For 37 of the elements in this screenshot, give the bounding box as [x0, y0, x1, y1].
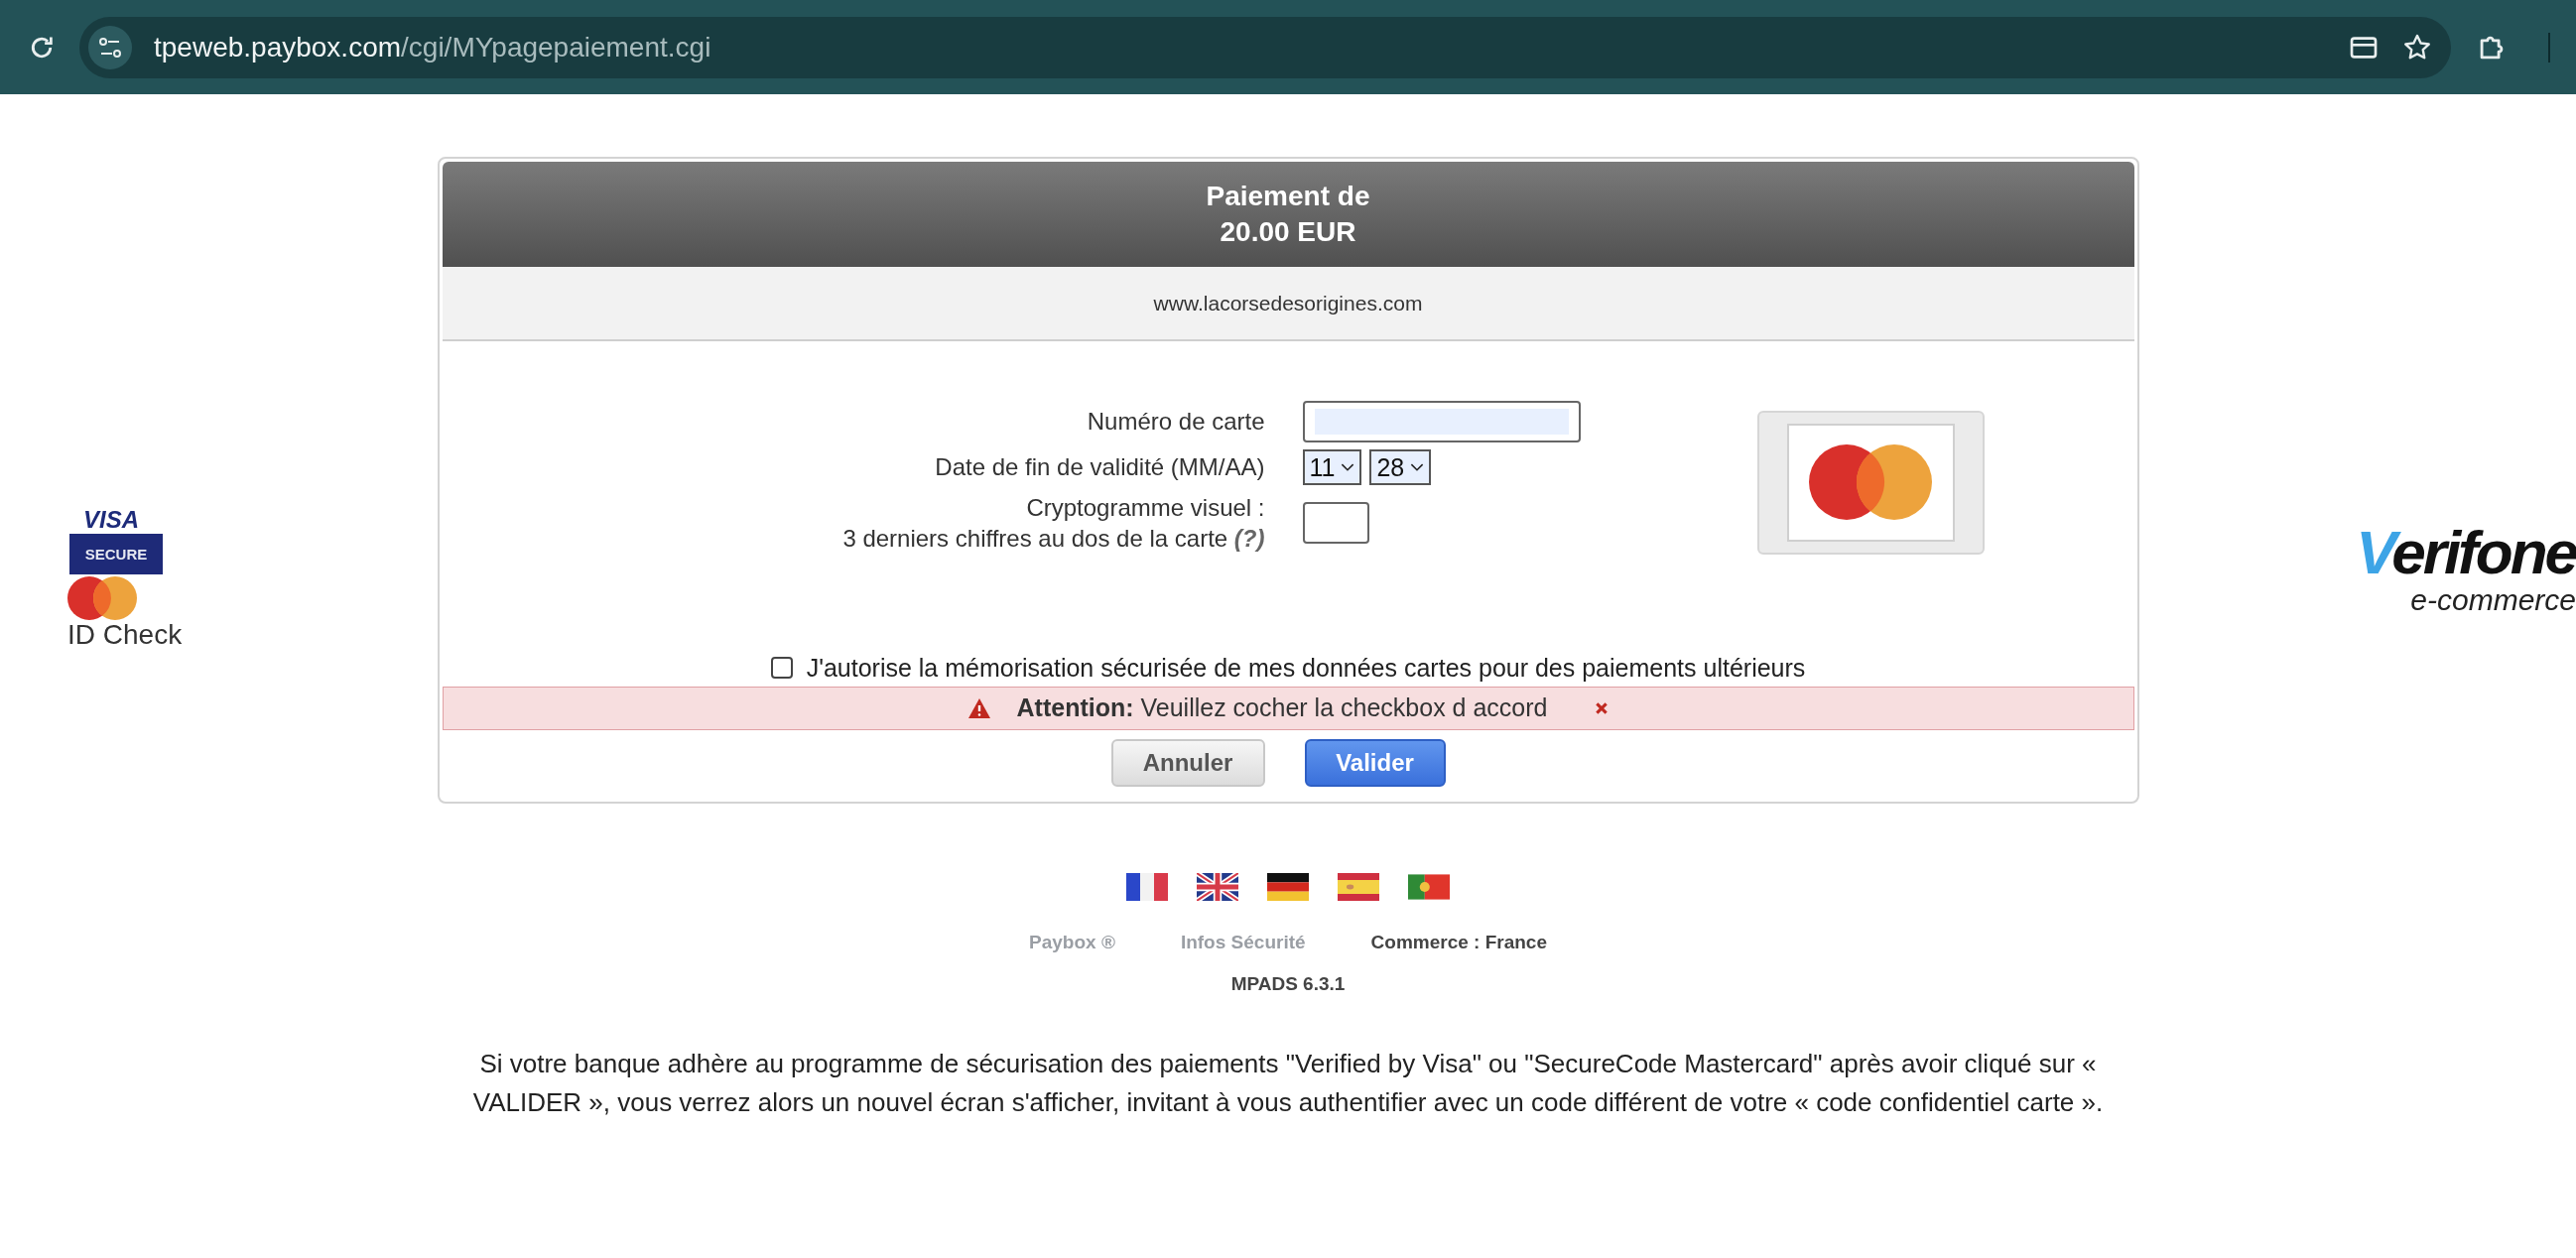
- payment-title: 20.00 EUR: [1219, 215, 1357, 250]
- field-label: Cryptogramme visuel :: [1026, 492, 1265, 523]
- caret-icon: [1341, 462, 1355, 472]
- alert-message: Attention: Veuillez cocher la checkbox d accord: [1016, 693, 1548, 723]
- submit-button[interactable]: Valider: [1304, 738, 1446, 787]
- address-bar[interactable]: tpeweb.paybox.com/cgi/MYpagepaiement.cgi: [79, 16, 2451, 78]
- flag-icon[interactable]: [1267, 872, 1309, 901]
- payment-title: Paiement de: [1205, 180, 1371, 213]
- cancel-button[interactable]: Annuler: [1110, 738, 1265, 787]
- flag-icon[interactable]: [1197, 872, 1238, 901]
- overlapping-circles-icon: [1809, 444, 1932, 521]
- consent-checkbox[interactable]: [770, 657, 793, 680]
- field-hint: 3 derniers chiffres au dos de la carte: [842, 525, 1228, 553]
- verifone-wordmark: Verifone: [2356, 521, 2576, 583]
- cvv-field[interactable]: [1302, 502, 1369, 545]
- field-label: Numéro de carte: [1086, 408, 1265, 437]
- help-link[interactable]: (?): [1233, 525, 1265, 553]
- month-select[interactable]: 11: [1302, 449, 1362, 486]
- visa-wordmark: VISA: [83, 508, 139, 532]
- field-label: Date de fin de validité (MM/AA): [934, 453, 1265, 482]
- warning-icon: [966, 696, 991, 719]
- flag-icon[interactable]: [1126, 872, 1168, 901]
- secure-badge: SECURE: [69, 534, 163, 574]
- consent-label: J'autorise la mémorisation sécurisée de mes données cartes pour des paiements ultérieurs: [806, 653, 1806, 683]
- card-number-field[interactable]: [1302, 401, 1581, 443]
- security-notice: Si votre banque adhère au programme de sécurisation des paiements "Verified by Visa" ou "SecureCode Mastercard" après avoir cliqué sur « VALIDER », vous verrez alors un nouvel écran s'afficher, invitant à vous authentifier avec un code différent de votre « code confidentiel carte ».: [471, 1047, 2105, 1119]
- version-text: MPADS 6.3.1: [1229, 972, 1347, 995]
- year-select[interactable]: 28: [1369, 449, 1432, 486]
- site-settings-icon[interactable]: [88, 25, 132, 69]
- merchant-url: www.lacorsedesorigines.com: [442, 266, 2134, 341]
- caret-icon: [1410, 462, 1425, 472]
- url-text: tpeweb.paybox.com/cgi/MYpagepaiement.cgi: [154, 31, 711, 63]
- verifone-tagline: e-commerce: [2410, 582, 2576, 617]
- overlapping-circles-icon: [67, 576, 137, 620]
- merchant-country: Commerce : France: [1370, 931, 1547, 953]
- id-check-caption: ID Check: [67, 620, 183, 651]
- close-icon[interactable]: [1595, 700, 1610, 715]
